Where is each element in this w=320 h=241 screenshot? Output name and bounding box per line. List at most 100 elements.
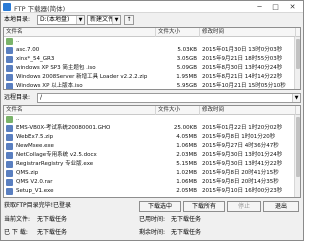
file-row[interactable]: WebEx7.5.zip 4.05MB 2015年9月8日 1时01分20秒 bbox=[4, 133, 300, 142]
file-size: 5.95GB bbox=[176, 83, 197, 89]
file-size: 5.09GB bbox=[176, 65, 197, 71]
file-size: 1.06MB bbox=[176, 179, 197, 185]
file-modified-time: 2015年9月8日 20时14分35秒 bbox=[202, 179, 279, 185]
download-selected-button[interactable]: 下载选中 bbox=[139, 201, 181, 212]
file-modified-time: 2015年9月27日 4时36分47秒 bbox=[202, 143, 279, 149]
file-name: EMS-VB0X-考试系统20080001.GHO bbox=[16, 125, 111, 131]
chevron-down-icon: ▼ bbox=[112, 16, 120, 24]
file-size: 1.02MB bbox=[176, 170, 197, 176]
file-icon bbox=[6, 152, 13, 159]
file-icon bbox=[6, 134, 13, 141]
file-size bbox=[156, 115, 200, 124]
remote-file-list[interactable]: 文件名 文件大小 修改时间 .. EMS-VB0X-考试系统20080001.GH… bbox=[3, 105, 301, 198]
file-modified-time: 2015年9月30日 13时01分24秒 bbox=[202, 152, 283, 158]
column-name[interactable]: 文件名 bbox=[4, 106, 156, 115]
minimize-button[interactable]: ─ bbox=[252, 2, 267, 12]
remote-list-header: 文件名 文件大小 修改时间 bbox=[4, 106, 300, 115]
file-size: 25.00KB bbox=[173, 125, 197, 131]
remote-path-select[interactable]: / ▼ bbox=[37, 93, 301, 103]
file-row[interactable]: EMS-VB0X-考试系统20080001.GHO 25.00KB 2015年01月… bbox=[4, 124, 300, 133]
file-icon bbox=[6, 143, 13, 150]
file-modified-time: 2015年9月21日 18时55分03秒 bbox=[202, 56, 283, 62]
scroll-thumb[interactable] bbox=[296, 117, 300, 177]
column-size[interactable]: 文件大小 bbox=[156, 28, 200, 37]
folder-select-value: 新建文件 bbox=[90, 16, 115, 23]
chevron-down-icon: ▼ bbox=[292, 94, 300, 102]
download-all-button[interactable]: 下载所有 bbox=[183, 201, 225, 212]
parent-folder-icon bbox=[6, 38, 13, 45]
file-size: 5.15MB bbox=[176, 161, 197, 167]
file-row[interactable]: NetCollage专用系统 v2.5.docx 2.03MB 2015年9月30日… bbox=[4, 151, 300, 160]
close-button[interactable]: ✕ bbox=[285, 2, 300, 12]
file-size: 4.05MB bbox=[176, 134, 197, 140]
app-icon bbox=[3, 3, 11, 11]
file-name: xinx*_54_GR3 bbox=[16, 56, 55, 62]
up-folder-button[interactable]: ↑ bbox=[124, 15, 134, 25]
file-icon bbox=[6, 188, 13, 195]
drive-select[interactable]: D:(本地盘) ▼ bbox=[37, 15, 85, 25]
local-list-header: 文件名 文件大小 修改时间 bbox=[4, 28, 300, 37]
file-row[interactable]: QMS V2.0.rar 1.06MB 2015年9月8日 20时14分35秒 bbox=[4, 178, 300, 187]
file-modified-time: 2015年8月30日 13时40分24秒 bbox=[202, 65, 283, 71]
column-name[interactable]: 文件名 bbox=[4, 28, 156, 37]
file-icon bbox=[6, 47, 13, 54]
file-row[interactable]: asc.7.00 5.03KB 2015年01月30日 13时0分03秒 bbox=[4, 46, 300, 55]
file-name: windows XP SP3 简主题包 .iso bbox=[16, 65, 96, 71]
file-size: 1.06MB bbox=[176, 143, 197, 149]
file-modified-time: 2015年01月22日 1时20分02秒 bbox=[202, 125, 283, 131]
file-modified-time: 2015年9月10日 16时00分23秒 bbox=[202, 188, 283, 194]
file-row[interactable]: .. bbox=[4, 115, 300, 124]
file-name: asc.7.00 bbox=[16, 47, 40, 53]
file-icon bbox=[6, 179, 13, 186]
column-time[interactable]: 修改时间 bbox=[200, 28, 296, 37]
parent-folder-icon bbox=[6, 116, 13, 123]
file-row[interactable]: RegistrarRegistry 专业版.exe 5.15MB 2015年9月30… bbox=[4, 160, 300, 169]
local-scrollbar[interactable] bbox=[294, 37, 300, 89]
stop-button[interactable]: 停止 bbox=[227, 201, 261, 212]
file-row[interactable]: Setup_V1.exe 2.05MB 2015年9月10日 16时00分23秒 bbox=[4, 187, 300, 196]
file-size: 2.03MB bbox=[176, 152, 197, 158]
column-size[interactable]: 文件大小 bbox=[156, 106, 200, 115]
title-bar[interactable]: FTP 下载器(简体) ─ □ ✕ bbox=[1, 1, 303, 13]
file-row[interactable]: xinx*_54_GR3 3.05GB 2015年9月21日 18时55分03秒 bbox=[4, 55, 300, 64]
folder-select[interactable]: 新建文件 ▼ bbox=[87, 15, 121, 25]
local-file-list[interactable]: 文件名 文件大小 修改时间 .. asc.7.00 5.03KB 2015年01月30… bbox=[3, 27, 301, 90]
file-size: 5.03KB bbox=[177, 47, 197, 53]
file-name: .. bbox=[16, 38, 20, 44]
file-icon bbox=[6, 65, 13, 72]
file-icon bbox=[6, 170, 13, 177]
column-time[interactable]: 修改时间 bbox=[200, 106, 296, 115]
file-name: NetCollage专用系统 v2.5.docx bbox=[16, 152, 97, 158]
scroll-thumb[interactable] bbox=[296, 39, 300, 69]
file-row[interactable]: windows XP SP3 简主题包 .iso 5.09GB 2015年8月30日… bbox=[4, 64, 300, 73]
file-modified-time: 2015年01月30日 13时0分03秒 bbox=[202, 47, 283, 53]
file-row[interactable]: Windows XP 以上版本.iso 5.95GB 2015年10月21日 15时… bbox=[4, 82, 300, 89]
file-name: QMS.zip bbox=[16, 170, 39, 176]
current-file-value: 无下载任务 bbox=[37, 216, 68, 223]
remaining-time-label: 剩余时间: bbox=[139, 229, 166, 236]
file-row[interactable]: .. bbox=[4, 37, 300, 46]
file-icon bbox=[6, 161, 13, 168]
current-file-label: 当前文件: bbox=[4, 216, 31, 223]
file-modified-time bbox=[200, 115, 294, 124]
local-path-label: 本地目录: bbox=[4, 16, 31, 23]
file-modified-time: 2015年8月21日 14时14分22秒 bbox=[202, 74, 283, 80]
file-icon bbox=[6, 83, 13, 89]
elapsed-time-label: 已用时间: bbox=[139, 216, 166, 223]
status-text: 获取FTP目录完毕!已登录 bbox=[4, 202, 72, 209]
remote-scrollbar[interactable] bbox=[294, 115, 300, 197]
file-size: 3.05GB bbox=[176, 56, 197, 62]
remote-path-value: / bbox=[40, 94, 43, 101]
window-title: FTP 下载器(简体) bbox=[14, 5, 66, 13]
file-size: 1.95MB bbox=[176, 74, 197, 80]
downloaded-label: 已 下 载: bbox=[4, 229, 28, 236]
file-row[interactable]: Windows 2008Server 新增工具 Loader v2.2.2.zi… bbox=[4, 73, 300, 82]
file-modified-time bbox=[200, 37, 294, 46]
maximize-button[interactable]: □ bbox=[268, 2, 283, 12]
drive-select-value: D:(本地盘) bbox=[40, 16, 70, 23]
file-row[interactable]: NewMsee.exe 1.06MB 2015年9月27日 4时36分47秒 bbox=[4, 142, 300, 151]
file-icon bbox=[6, 74, 13, 81]
exit-button[interactable]: 退出 bbox=[263, 201, 299, 212]
file-row[interactable]: QMS.zip 1.02MB 2015年9月8日 20时41分15秒 bbox=[4, 169, 300, 178]
file-size bbox=[156, 37, 200, 46]
